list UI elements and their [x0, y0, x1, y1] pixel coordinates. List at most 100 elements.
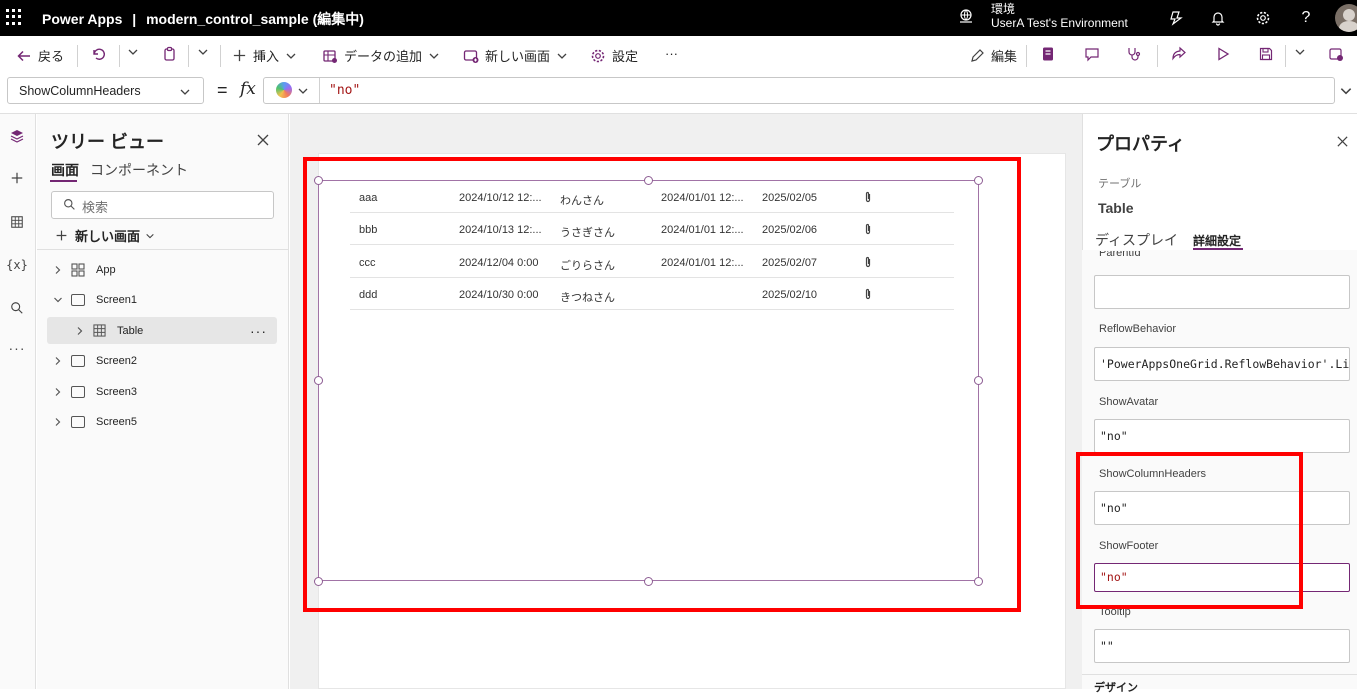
chevron-down-icon	[128, 49, 138, 55]
divider	[77, 45, 78, 67]
chevron-down-icon	[146, 233, 154, 238]
variables-icon[interactable]: {x}	[6, 255, 28, 275]
close-icon[interactable]	[256, 133, 270, 147]
play-icon	[1218, 47, 1230, 61]
close-icon[interactable]	[1336, 135, 1349, 148]
tree-item-screen3[interactable]: Screen3	[47, 378, 277, 405]
chevron-down-icon	[180, 89, 190, 95]
tab-display[interactable]: ディスプレイ	[1095, 230, 1178, 250]
properties-title: プロパティ	[1096, 134, 1185, 154]
chevron-down-icon	[198, 49, 208, 55]
data-grid-icon[interactable]	[7, 212, 27, 232]
app-checker-button[interactable]	[1126, 46, 1148, 62]
divider	[1157, 45, 1158, 67]
property-input[interactable]: "no"	[1094, 419, 1350, 453]
notifications-icon[interactable]	[1208, 8, 1228, 28]
formula-value: "no"	[329, 83, 361, 98]
tab-advanced[interactable]: 詳細設定	[1193, 232, 1241, 249]
chevron-down-icon	[286, 53, 296, 59]
settings-gear-icon[interactable]	[1253, 8, 1273, 28]
edit-label: 編集	[991, 49, 1018, 64]
gear-icon	[591, 49, 605, 62]
settings-button[interactable]: 設定	[590, 46, 638, 65]
chevron-down-icon	[429, 53, 439, 59]
insert-button[interactable]: 挿入	[232, 46, 303, 65]
copilot-logo-icon[interactable]	[276, 82, 292, 98]
share-button[interactable]	[1171, 46, 1193, 62]
property-selector[interactable]: ShowColumnHeaders	[7, 77, 204, 104]
brand-name: Power Apps	[42, 11, 123, 27]
app-launcher-icon[interactable]	[6, 9, 22, 25]
tab-components[interactable]: コンポーネント	[90, 160, 188, 180]
arrow-left-icon	[17, 50, 30, 61]
design-section-header[interactable]: デザイン	[1094, 679, 1138, 695]
comment-icon	[1085, 48, 1099, 62]
divider	[319, 78, 320, 103]
edit-button[interactable]: 編集	[969, 46, 1017, 65]
plus-icon	[233, 49, 246, 62]
property-input[interactable]: ""	[1094, 629, 1350, 663]
comments-panel-button[interactable]	[1040, 46, 1062, 62]
new-screen-button[interactable]: 新しい画面	[463, 46, 574, 65]
tree-new-screen-label: 新しい画面	[75, 229, 141, 244]
back-button[interactable]: 戻る	[16, 46, 64, 65]
undo-button[interactable]	[90, 46, 112, 62]
divider	[220, 45, 221, 67]
copilot-icon[interactable]	[1166, 8, 1186, 28]
expand-formula-chevron-icon[interactable]	[1339, 84, 1353, 98]
chevron-right-icon	[77, 326, 83, 335]
more-commands-button[interactable]: ···	[665, 46, 678, 61]
screen-icon	[71, 354, 85, 367]
tree-new-screen-button[interactable]: 新しい画面	[55, 226, 155, 245]
divider	[188, 45, 189, 67]
tree-item-screen5[interactable]: Screen5	[47, 408, 277, 435]
publish-button[interactable]	[1328, 46, 1350, 62]
tree-item-label: Screen5	[96, 415, 137, 428]
control-type: テーブル	[1098, 178, 1142, 190]
tab-screens[interactable]: 画面	[51, 160, 79, 180]
tree-item-label: App	[96, 263, 116, 276]
more-icon[interactable]: ···	[7, 338, 27, 358]
new-screen-label: 新しい画面	[485, 49, 551, 64]
save-button[interactable]	[1258, 46, 1280, 62]
search-placeholder: 検索	[82, 200, 109, 215]
more-options-icon[interactable]: ···	[250, 323, 267, 339]
highlight-box-properties	[1076, 452, 1303, 609]
search-icon	[64, 199, 75, 210]
add-data-button[interactable]: データの追加	[322, 46, 446, 65]
share-icon	[1172, 46, 1186, 61]
table-icon	[93, 324, 106, 337]
property-label: ReflowBehavior	[1099, 323, 1177, 335]
tree-item-label: Table	[117, 324, 144, 337]
save-dropdown-button[interactable]	[1294, 46, 1312, 58]
settings-label: 設定	[612, 49, 639, 64]
help-icon[interactable]: ?	[1296, 8, 1316, 28]
chevron-down-icon[interactable]	[297, 85, 309, 97]
preview-play-button[interactable]	[1215, 46, 1237, 62]
tree-view-layers-icon[interactable]	[7, 126, 27, 146]
tree-item-screen2[interactable]: Screen2	[47, 347, 277, 374]
comment-button[interactable]	[1084, 46, 1106, 62]
formula-input[interactable]	[263, 77, 1335, 104]
tree-item-app[interactable]: App	[47, 256, 277, 283]
tree-item-label: Screen2	[96, 354, 137, 367]
property-input[interactable]	[1094, 275, 1350, 309]
tree-item-screen1[interactable]: Screen1	[47, 286, 277, 313]
property-label: ShowAvatar	[1099, 396, 1159, 408]
title-separator: |	[132, 11, 137, 27]
insert-plus-icon[interactable]	[7, 168, 27, 188]
property-input[interactable]: 'PowerAppsOneGrid.ReflowBehavior'.Lis...	[1094, 347, 1350, 381]
equals-sign: =	[217, 80, 228, 100]
paste-button[interactable]	[162, 46, 184, 62]
search-icon[interactable]	[7, 298, 27, 318]
tree-item-table[interactable]: Table ···	[47, 317, 277, 344]
paste-dropdown-button[interactable]	[197, 46, 215, 58]
user-avatar[interactable]	[1335, 4, 1357, 32]
undo-dropdown-button[interactable]	[127, 46, 145, 58]
notes-icon	[1043, 47, 1053, 61]
tree-view-title: ツリー ビュー	[51, 132, 165, 152]
screen-icon	[71, 415, 85, 428]
divider	[1082, 674, 1357, 675]
back-label: 戻る	[38, 49, 65, 64]
environment-picker[interactable]: 環境 UserA Test's Environment	[958, 2, 1128, 30]
